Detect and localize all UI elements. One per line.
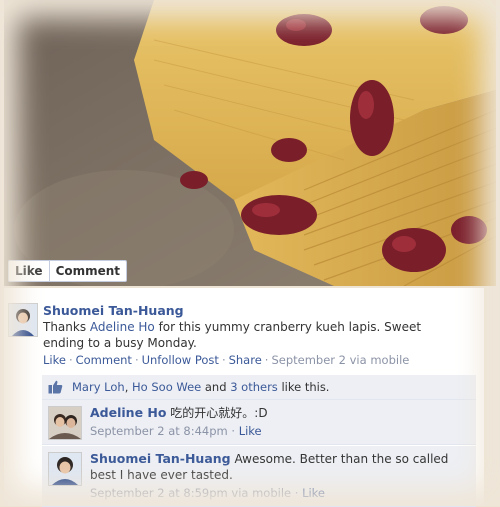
- separator-dot: ·: [68, 353, 73, 367]
- photo-actions: Like Comment: [8, 260, 128, 282]
- comment-timestamp[interactable]: September 2 at 8:59pm via mobile: [90, 486, 291, 500]
- comment-body: Adeline Ho 吃的开心就好。:D: [90, 405, 470, 421]
- likes-comma: ,: [124, 380, 133, 394]
- comment-like-link[interactable]: Like: [302, 486, 325, 500]
- avatar[interactable]: [48, 452, 82, 486]
- post: Shuomei Tan-Huang Thanks Adeline Ho for …: [4, 288, 484, 507]
- comment-body: Shuomei Tan-Huang Awesome. Better than t…: [90, 451, 470, 483]
- post-timestamp[interactable]: September 2 via mobile: [271, 353, 409, 367]
- mention-link[interactable]: Adeline Ho: [90, 320, 155, 334]
- comment-meta: September 2 at 8:59pm via mobile · Like: [90, 486, 325, 500]
- separator-dot: ·: [134, 353, 139, 367]
- cake-photo: [4, 0, 496, 286]
- avatar[interactable]: [8, 303, 38, 337]
- comment-timestamp[interactable]: September 2 at 8:44pm: [90, 424, 228, 438]
- comment-text: 吃的开心就好。:D: [170, 406, 268, 420]
- comment-author[interactable]: Adeline Ho: [90, 405, 166, 420]
- comment-author[interactable]: Shuomei Tan-Huang: [90, 451, 231, 466]
- liker-link[interactable]: Ho Soo Wee: [132, 380, 201, 394]
- photo-like-button[interactable]: Like: [9, 261, 49, 281]
- thumbs-up-icon: [48, 380, 63, 394]
- comment-meta: September 2 at 8:44pm · Like: [90, 424, 262, 438]
- comment-like-link[interactable]: Like: [239, 424, 262, 438]
- separator-dot: ·: [264, 353, 269, 367]
- post-like-link[interactable]: Like: [43, 353, 66, 367]
- likes-suffix: like this.: [277, 380, 330, 394]
- separator-dot: ·: [227, 424, 239, 438]
- post-actions: Like · Comment · Unfollow Post · Share · Septemb…: [43, 353, 409, 367]
- profile-photo-icon: [9, 304, 37, 336]
- liker-link[interactable]: Mary Loh: [72, 380, 125, 394]
- post-comment-link[interactable]: Comment: [76, 353, 132, 367]
- separator-dot: ·: [291, 486, 303, 500]
- photo-comment-button[interactable]: Comment: [50, 261, 126, 281]
- photo[interactable]: [4, 0, 496, 286]
- share-link[interactable]: Share: [229, 353, 262, 367]
- unfollow-post-link[interactable]: Unfollow Post: [142, 353, 219, 367]
- others-link[interactable]: 3 others: [230, 380, 278, 394]
- profile-photo-icon: [49, 407, 81, 439]
- post-author[interactable]: Shuomei Tan-Huang: [43, 303, 184, 318]
- post-text: Thanks Adeline Ho for this yummy cranber…: [43, 319, 463, 351]
- likes-summary: Mary Loh, Ho Soo Wee and 3 others like t…: [42, 375, 476, 400]
- comment: Adeline Ho 吃的开心就好。:D September 2 at 8:44…: [42, 400, 476, 445]
- post-text-start: Thanks: [43, 320, 90, 334]
- comment: Shuomei Tan-Huang Awesome. Better than t…: [42, 446, 476, 507]
- likes-text: Mary Loh, Ho Soo Wee and 3 others like t…: [72, 375, 329, 399]
- likes-and: and: [201, 380, 231, 394]
- avatar[interactable]: [48, 406, 82, 440]
- separator-dot: ·: [221, 353, 226, 367]
- profile-photo-icon: [49, 453, 81, 485]
